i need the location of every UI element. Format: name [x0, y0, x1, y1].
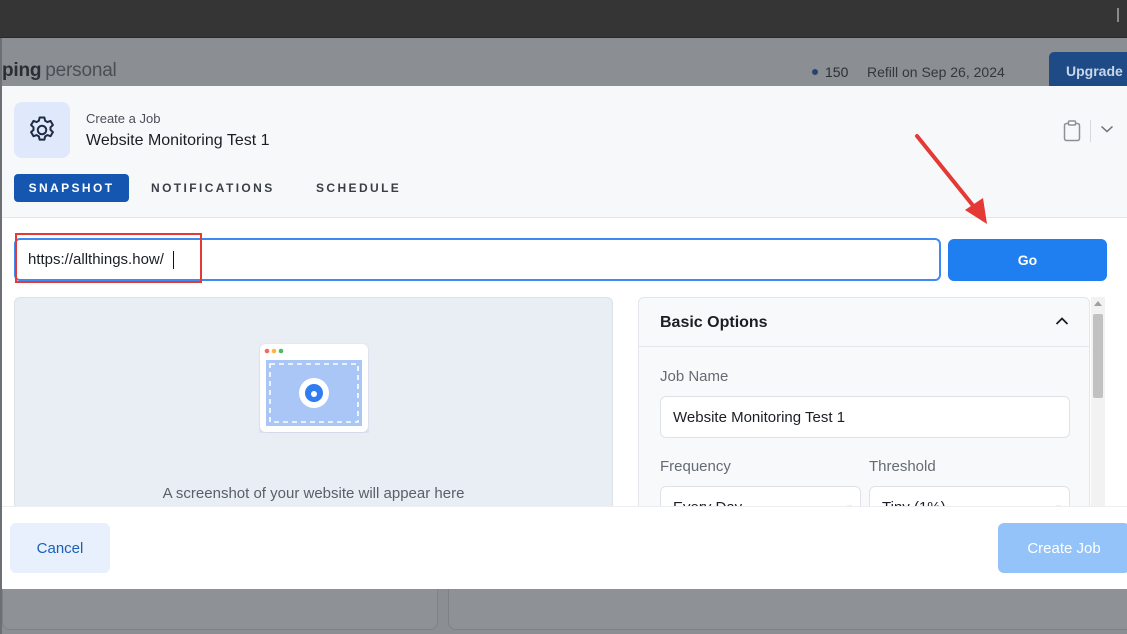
modal-footer: Cancel Create Job [2, 506, 1127, 589]
tab-notifications[interactable]: NOTIFICATIONS [151, 174, 275, 202]
modal-subtitle: Create a Job [86, 111, 161, 126]
chevron-up-icon[interactable] [1055, 316, 1069, 326]
gear-icon [14, 102, 70, 158]
app-brand-workspace: personal [45, 60, 117, 81]
create-job-button[interactable]: Create Job [998, 523, 1127, 573]
credits-value: 150 [825, 64, 849, 80]
tab-schedule[interactable]: SCHEDULE [316, 174, 401, 202]
basic-options-header[interactable]: Basic Options [639, 298, 1089, 347]
background-card-right [448, 586, 1127, 630]
modal-title: Website Monitoring Test 1 [86, 132, 270, 149]
create-job-modal: Create a Job Website Monitoring Test 1 S… [2, 86, 1127, 589]
credits-dot-icon [812, 69, 818, 76]
camera-icon [260, 344, 368, 432]
app-brand: ping personal [2, 60, 117, 82]
tab-snapshot[interactable]: SNAPSHOT [14, 174, 129, 202]
header-divider [1090, 120, 1091, 142]
chevron-down-icon[interactable] [1100, 124, 1114, 134]
background-card-left [2, 586, 438, 630]
threshold-label: Threshold [869, 458, 936, 475]
basic-options-title: Basic Options [660, 314, 768, 331]
job-name-field[interactable]: Website Monitoring Test 1 [660, 396, 1070, 438]
job-name-label: Job Name [660, 368, 729, 385]
text-caret [173, 251, 174, 269]
url-input[interactable] [14, 238, 941, 281]
go-button[interactable]: Go [948, 239, 1107, 281]
scrollbar-thumb[interactable] [1093, 314, 1103, 398]
window-titlebar [0, 0, 1127, 38]
clipboard-icon[interactable] [1063, 120, 1081, 142]
cancel-button[interactable]: Cancel [10, 523, 110, 573]
frequency-label: Frequency [660, 458, 731, 475]
titlebar-marker [1117, 8, 1119, 22]
annotation-arrow-icon [915, 134, 987, 224]
refill-date: Refill on Sep 26, 2024 [867, 64, 1005, 80]
preview-message: A screenshot of your website will appear… [162, 485, 465, 502]
app-brand-name: ping [2, 60, 42, 81]
credits-count: 150 [812, 64, 848, 80]
scroll-up-icon[interactable] [1094, 301, 1102, 306]
upgrade-button[interactable]: Upgrade [1049, 52, 1127, 90]
